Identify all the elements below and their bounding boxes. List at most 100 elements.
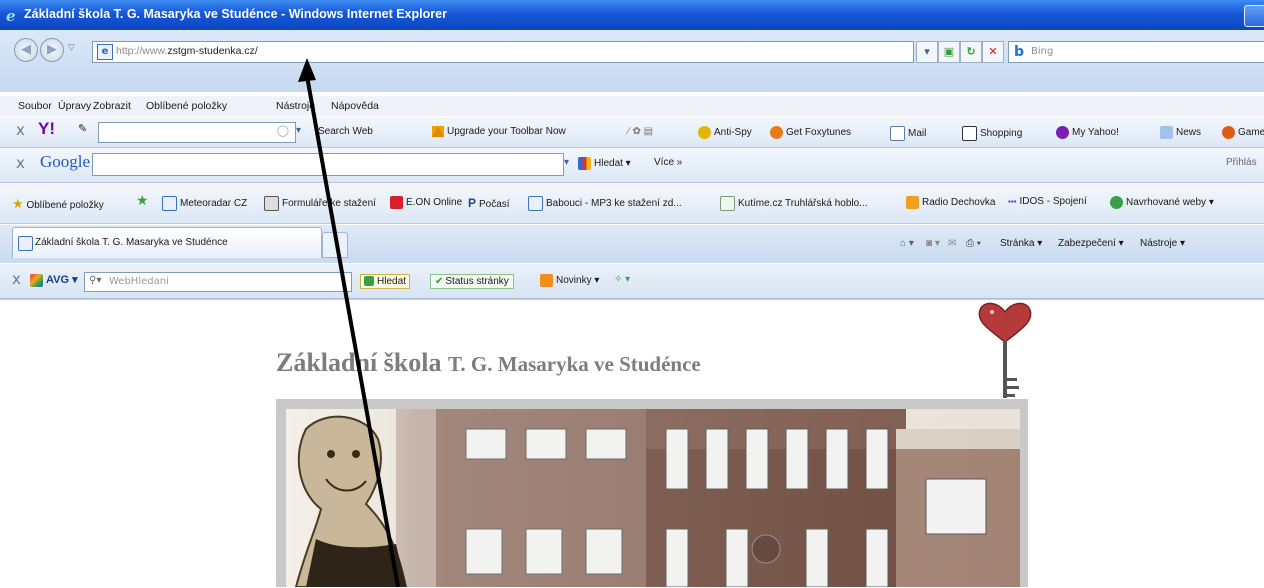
heading-name: T. G. Masaryka ve Studénce bbox=[447, 352, 701, 376]
heading-school: Základní škola bbox=[276, 348, 448, 377]
mail-read-icon[interactable]: ✉ bbox=[948, 238, 956, 249]
google-signin-button[interactable]: Přihlás bbox=[1226, 157, 1257, 168]
favorite-meteoradar[interactable]: Meteoradar CZ bbox=[162, 196, 247, 211]
heart-key-logo bbox=[978, 302, 1032, 398]
avg-options-icon[interactable]: ✧ ▾ bbox=[614, 274, 630, 285]
tab-active[interactable]: Základní škola T. G. Masaryka ve Studénc… bbox=[12, 227, 322, 258]
status-page-button[interactable]: ✔ Status stránky bbox=[430, 274, 514, 289]
favorite-formulare[interactable]: Formuláře ke stažení bbox=[264, 196, 376, 211]
menu-soubor[interactable]: Soubor bbox=[18, 100, 52, 112]
minimize-button[interactable] bbox=[1244, 5, 1264, 27]
avg-search-button[interactable]: Hledat bbox=[360, 274, 410, 289]
upgrade-toolbar-button[interactable]: Upgrade your Toolbar Now bbox=[432, 126, 566, 137]
check-icon: ✔ bbox=[435, 276, 444, 287]
yahoo-search-dropdown-icon[interactable]: ▾ bbox=[296, 125, 301, 136]
new-tab-button[interactable] bbox=[322, 232, 348, 258]
games-button[interactable]: Games bbox=[1222, 126, 1264, 139]
bing-logo-icon: b bbox=[1014, 44, 1025, 60]
avg-search-placeholder: WebHledani bbox=[109, 276, 169, 287]
favorite-pocasi[interactable]: P Počasí bbox=[468, 196, 510, 210]
bing-search-input[interactable]: b Bing bbox=[1008, 41, 1264, 63]
tools-menu-button[interactable]: Nástroje ▾ bbox=[1140, 238, 1185, 249]
shopping-label: Shopping bbox=[980, 128, 1023, 140]
avg-search-input[interactable]: ⚲▾ WebHledani bbox=[84, 272, 352, 292]
url-text: zstgm-studenka.cz/ bbox=[167, 45, 258, 57]
compatibility-icon[interactable]: ▣ bbox=[938, 41, 960, 63]
eon-icon bbox=[390, 196, 403, 209]
suggested-sites-icon bbox=[1110, 196, 1123, 209]
highlight-icon[interactable]: ⁄ ✿ ▤ bbox=[628, 126, 653, 137]
yahoo-logo-icon[interactable]: Y! bbox=[38, 119, 55, 139]
favorites-button[interactable]: ★ Oblíbené položky bbox=[12, 196, 104, 212]
add-favorite-icon[interactable]: ★ bbox=[136, 193, 149, 209]
google-search-label: Hledat bbox=[594, 158, 623, 170]
feeds-icon[interactable]: ◙ ▾ bbox=[926, 238, 940, 249]
avg-logo-icon bbox=[30, 273, 43, 287]
favorite-radio-dechovka[interactable]: Radio Dechovka bbox=[906, 196, 995, 209]
school-photo bbox=[286, 409, 1020, 587]
ie-page-icon bbox=[528, 196, 543, 211]
print-icon[interactable]: ⎙ ▾ bbox=[966, 238, 981, 249]
my-yahoo-button[interactable]: My Yahoo! bbox=[1056, 126, 1119, 139]
history-dropdown-icon[interactable]: ▽ bbox=[68, 43, 75, 53]
bing-placeholder: Bing bbox=[1031, 46, 1054, 57]
back-button[interactable]: ◀ bbox=[14, 38, 38, 62]
close-toolbar-icon[interactable]: x bbox=[16, 121, 25, 139]
games-icon bbox=[1222, 126, 1235, 139]
foxytunes-button[interactable]: Get Foxytunes bbox=[770, 126, 851, 139]
antispy-button[interactable]: Anti-Spy bbox=[698, 126, 752, 139]
yahoo-search-input[interactable]: ◯ bbox=[98, 122, 296, 143]
pencil-icon[interactable]: ✎ bbox=[78, 122, 87, 135]
menu-nastroje[interactable]: Nástroje bbox=[276, 100, 315, 112]
google-search-icon bbox=[578, 157, 591, 170]
security-menu-button[interactable]: Zabezpečení ▾ bbox=[1058, 238, 1124, 249]
google-search-input[interactable] bbox=[92, 153, 564, 176]
menu-napoveda[interactable]: Nápověda bbox=[331, 100, 379, 112]
favorite-navrhovane[interactable]: Navrhované weby ▾ bbox=[1110, 196, 1214, 209]
favorite-label: E.ON Online bbox=[406, 197, 463, 209]
menu-oblibene[interactable]: Oblíbené položky bbox=[146, 100, 227, 112]
mail-icon bbox=[890, 126, 905, 141]
news-feed-label: Novinky bbox=[556, 275, 592, 287]
warning-icon bbox=[432, 126, 444, 137]
favorite-kutime[interactable]: Kutíme.cz Truhlářská hoblo... bbox=[720, 196, 868, 211]
page-icon: e bbox=[97, 44, 113, 60]
address-field[interactable]: e http://www.zstgm-studenka.cz/ bbox=[92, 41, 914, 63]
home-icon[interactable]: ⌂ ▾ bbox=[900, 238, 914, 249]
news-button[interactable]: News bbox=[1160, 126, 1201, 139]
google-search-button[interactable]: Hledat ▾ bbox=[578, 157, 631, 170]
refresh-icon[interactable]: ↻ bbox=[960, 41, 982, 63]
shopping-icon bbox=[962, 126, 977, 141]
kutime-icon bbox=[720, 196, 735, 211]
favorite-label: IDOS - Spojení bbox=[1019, 196, 1087, 207]
search-web-button[interactable]: Search Web bbox=[318, 126, 373, 137]
my-yahoo-icon bbox=[1056, 126, 1069, 139]
close-avg-toolbar-icon[interactable]: x bbox=[12, 270, 21, 288]
page-menu-button[interactable]: Stránka ▾ bbox=[1000, 238, 1042, 249]
avg-logo-label: AVG bbox=[46, 274, 70, 286]
favorite-idos[interactable]: ▪▪▪ IDOS - Spojení bbox=[1008, 196, 1087, 207]
stop-icon[interactable]: ✕ bbox=[982, 41, 1004, 63]
news-feed-button[interactable]: Novinky ▾ bbox=[540, 274, 599, 287]
close-google-toolbar-icon[interactable]: x bbox=[16, 154, 25, 172]
google-logo[interactable]: Google bbox=[40, 152, 90, 172]
tab-label: Základní škola T. G. Masaryka ve Studénc… bbox=[35, 237, 228, 248]
rss-icon bbox=[540, 274, 553, 287]
address-dropdown-button[interactable]: ▾ bbox=[916, 41, 938, 63]
menu-zobrazit[interactable]: Zobrazit bbox=[93, 100, 131, 112]
foxytunes-label: Get Foxytunes bbox=[786, 127, 852, 139]
favorite-eon[interactable]: E.ON Online bbox=[390, 196, 462, 209]
search-magnifier-icon: ◯ bbox=[276, 124, 289, 137]
google-dropdown-icon[interactable]: ▾ bbox=[564, 157, 569, 168]
forward-button[interactable]: ▶ bbox=[40, 38, 64, 62]
avg-logo[interactable]: AVG ▾ bbox=[30, 273, 78, 287]
school-building-image bbox=[286, 409, 1020, 587]
ie-page-icon bbox=[18, 236, 33, 251]
tools-menu-label: Nástroje bbox=[1140, 238, 1178, 249]
favorite-label: Kutíme.cz Truhlářská hoblo... bbox=[738, 198, 868, 210]
google-more-button[interactable]: Více » bbox=[654, 157, 682, 168]
shopping-button[interactable]: Shopping bbox=[962, 126, 1022, 141]
mail-button[interactable]: Mail bbox=[890, 126, 926, 141]
menu-upravy[interactable]: Úpravy bbox=[58, 100, 91, 112]
favorite-babouci[interactable]: Babouci - MP3 ke stažení zd... bbox=[528, 196, 682, 211]
